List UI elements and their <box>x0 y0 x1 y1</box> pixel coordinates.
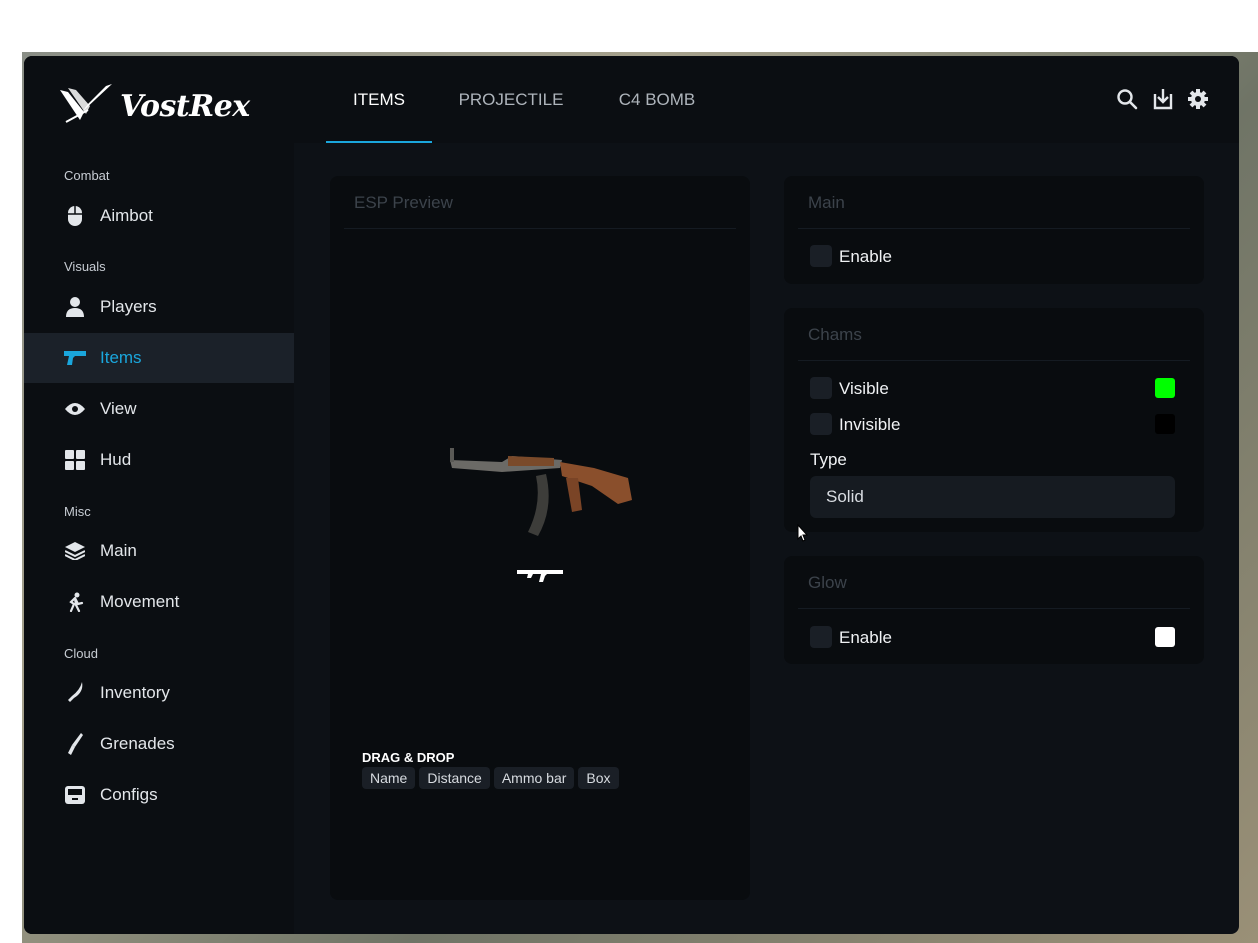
mouse-icon <box>64 205 86 227</box>
chams-panel: Chams Visible Invisible Type Solid <box>784 308 1204 532</box>
search-icon[interactable] <box>1116 88 1138 110</box>
main-panel: Main Enable <box>784 176 1204 284</box>
section-misc: Misc <box>64 504 91 519</box>
sidebar-item-aimbot[interactable]: Aimbot <box>24 191 294 241</box>
chip-distance[interactable]: Distance <box>419 767 490 789</box>
main-enable-label: Enable <box>839 247 892 266</box>
chams-visible-color-swatch[interactable] <box>1155 378 1175 398</box>
esp-chip-list: Name Distance Ammo bar Box <box>362 767 623 789</box>
sidebar-item-label: Aimbot <box>100 206 153 225</box>
sidebar-item-label: Players <box>100 297 157 316</box>
sidebar-item-label: Inventory <box>100 683 170 702</box>
chams-invisible-label: Invisible <box>839 415 901 434</box>
sidebar-item-grenades[interactable]: Grenades <box>24 719 294 769</box>
gear-icon[interactable] <box>1187 88 1209 110</box>
glow-color-swatch[interactable] <box>1155 627 1175 647</box>
sidebar-item-label: View <box>100 399 137 418</box>
drag-drop-label: DRAG & DROP <box>362 750 455 765</box>
archive-icon <box>64 786 86 804</box>
download-icon[interactable] <box>1152 88 1174 110</box>
sidebar-item-label: Main <box>100 541 137 560</box>
chams-visible-label: Visible <box>839 379 889 398</box>
section-cloud: Cloud <box>64 646 98 661</box>
sidebar-item-label: Configs <box>100 785 158 804</box>
running-icon <box>64 592 86 612</box>
chams-invisible-color-swatch[interactable] <box>1155 414 1175 434</box>
grid-icon <box>64 450 86 470</box>
sidebar-item-view[interactable]: View <box>24 384 294 434</box>
sidebar-item-hud[interactable]: Hud <box>24 435 294 485</box>
chams-invisible-checkbox[interactable] <box>810 413 832 435</box>
eye-icon <box>64 402 86 416</box>
chams-type-label: Type <box>810 450 847 469</box>
tab-items[interactable]: ITEMS <box>326 56 432 143</box>
sidebar: VostRex Combat Aimbot Visuals Players It… <box>24 56 294 934</box>
sidebar-item-inventory[interactable]: Inventory <box>24 668 294 718</box>
sidebar-item-label: Movement <box>100 592 180 611</box>
rifle-icon <box>517 566 565 589</box>
tab-c4-bomb[interactable]: C4 BOMB <box>602 56 712 143</box>
chip-ammo-bar[interactable]: Ammo bar <box>493 767 575 789</box>
sidebar-item-items[interactable]: Items <box>24 333 294 383</box>
chip-box[interactable]: Box <box>578 767 619 789</box>
esp-preview-panel: ESP Preview DRAG & DROP Name Distance Ammo… <box>330 176 750 900</box>
sidebar-item-configs[interactable]: Configs <box>24 770 294 820</box>
section-combat: Combat <box>64 168 110 183</box>
layers-icon <box>64 542 86 560</box>
section-visuals: Visuals <box>64 259 106 274</box>
chip-name[interactable]: Name <box>362 767 416 789</box>
wing-logo-icon <box>58 82 114 131</box>
main-enable-checkbox[interactable] <box>810 245 832 267</box>
cheat-menu-window: VostRex Combat Aimbot Visuals Players It… <box>24 56 1239 934</box>
brand-name: VostRex <box>120 88 250 124</box>
divider <box>798 360 1190 361</box>
knife-icon <box>64 682 86 704</box>
chams-type-select[interactable]: Solid <box>810 476 1175 518</box>
panel-title: Glow <box>808 573 847 592</box>
divider <box>344 228 736 229</box>
panel-title: ESP Preview <box>354 193 453 212</box>
user-icon <box>64 297 86 317</box>
blade-icon <box>64 733 86 755</box>
divider <box>798 608 1190 609</box>
tab-projectile[interactable]: PROJECTILE <box>446 56 576 143</box>
sidebar-item-main[interactable]: Main <box>24 526 294 576</box>
panel-title: Chams <box>808 325 862 344</box>
top-bar: ITEMS PROJECTILE C4 BOMB <box>294 56 1239 143</box>
sidebar-item-movement[interactable]: Movement <box>24 577 294 627</box>
glow-panel: Glow Enable <box>784 556 1204 664</box>
panel-title: Main <box>808 193 845 212</box>
rifle-preview-image <box>442 438 636 547</box>
mouse-cursor-icon <box>797 523 809 547</box>
divider <box>798 228 1190 229</box>
gun-icon <box>64 350 86 366</box>
sidebar-item-players[interactable]: Players <box>24 282 294 332</box>
glow-enable-label: Enable <box>839 628 892 647</box>
sidebar-item-label: Hud <box>100 450 132 469</box>
glow-enable-checkbox[interactable] <box>810 626 832 648</box>
chams-visible-checkbox[interactable] <box>810 377 832 399</box>
sidebar-item-label: Grenades <box>100 734 175 753</box>
brand-logo: VostRex <box>58 78 250 134</box>
sidebar-item-label: Items <box>100 348 142 367</box>
